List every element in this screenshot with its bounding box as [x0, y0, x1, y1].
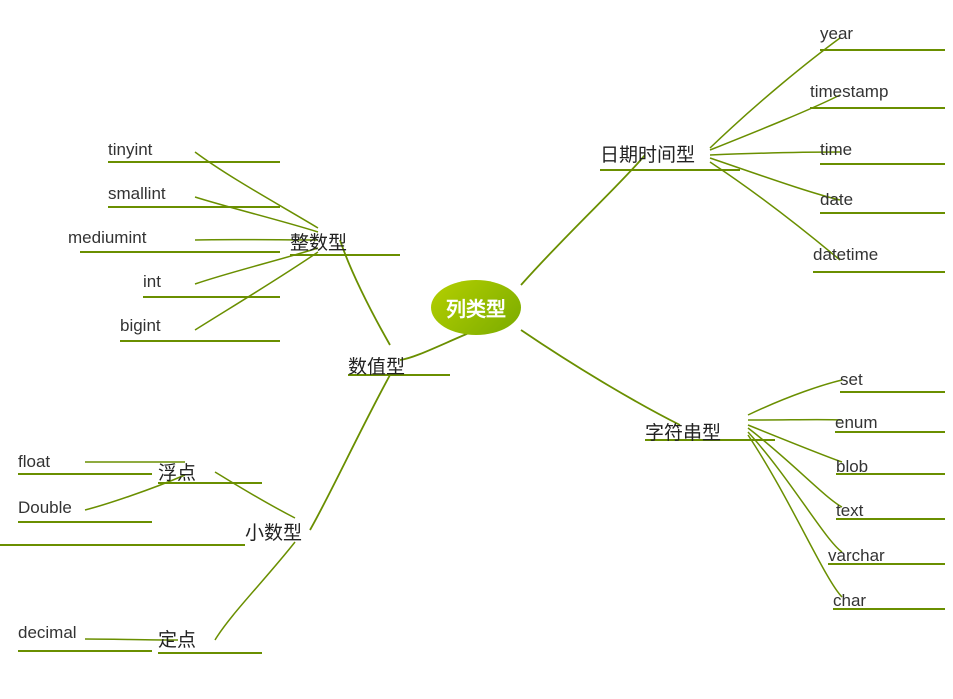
leaf-tinyint: tinyint	[108, 140, 152, 160]
branch-float-pt: 浮点	[158, 458, 196, 485]
leaf-enum: enum	[835, 413, 878, 433]
center-label: 列类型	[446, 293, 506, 322]
leaf-blob: blob	[836, 457, 868, 477]
leaf-float-label: float	[18, 452, 50, 472]
mindmap: 列类型 日期时间型 字符串型 整数型 数值型 浮点 小数型 定点 year ti…	[0, 0, 953, 699]
leaf-decimal: decimal	[18, 623, 77, 643]
leaf-smallint: smallint	[108, 184, 166, 204]
leaf-set-label: set	[840, 370, 863, 390]
leaf-timestamp-label: timestamp	[810, 82, 888, 102]
branch-datetime-type: 日期时间型	[600, 140, 695, 167]
leaf-date-label: date	[820, 190, 853, 210]
leaf-tinyint-label: tinyint	[108, 140, 152, 160]
leaf-int: int	[143, 272, 161, 292]
branch-integer-label: 整数型	[290, 228, 347, 255]
leaf-year-label: year	[820, 24, 853, 44]
branch-integer-type: 整数型	[290, 228, 347, 255]
leaf-set: set	[840, 370, 863, 390]
branch-numeric-label: 数值型	[348, 352, 405, 379]
leaf-blob-label: blob	[836, 457, 868, 477]
leaf-double: Double	[18, 498, 72, 518]
leaf-time: time	[820, 140, 852, 160]
leaf-datetime: datetime	[813, 245, 878, 265]
leaf-int-label: int	[143, 272, 161, 292]
center-node: 列类型	[431, 280, 521, 335]
leaf-varchar-label: varchar	[828, 546, 885, 566]
leaf-datetime-label: datetime	[813, 245, 878, 265]
leaf-time-label: time	[820, 140, 852, 160]
leaf-bigint-label: bigint	[120, 316, 161, 336]
leaf-mediumint-label: mediumint	[68, 228, 146, 248]
branch-string-type: 字符串型	[645, 418, 721, 445]
leaf-text-label: text	[836, 501, 863, 521]
leaf-double-label: Double	[18, 498, 72, 518]
leaf-varchar: varchar	[828, 546, 885, 566]
leaf-decimal-label: decimal	[18, 623, 77, 643]
leaf-date: date	[820, 190, 853, 210]
branch-fixed-pt-label: 定点	[158, 625, 196, 652]
leaf-enum-label: enum	[835, 413, 878, 433]
branch-numeric-type: 数值型	[348, 352, 405, 379]
leaf-text: text	[836, 501, 863, 521]
branch-datetime-label: 日期时间型	[600, 140, 695, 167]
connections-svg	[0, 0, 953, 699]
leaf-bigint: bigint	[120, 316, 161, 336]
leaf-smallint-label: smallint	[108, 184, 166, 204]
leaf-timestamp: timestamp	[810, 82, 888, 102]
branch-string-label: 字符串型	[645, 418, 721, 445]
branch-fixed-pt: 定点	[158, 625, 196, 652]
leaf-char-label: char	[833, 591, 866, 611]
branch-float-pt-label: 浮点	[158, 458, 196, 485]
leaf-mediumint: mediumint	[68, 228, 146, 248]
branch-small-dec-label: 小数型	[245, 518, 302, 545]
leaf-float: float	[18, 452, 50, 472]
leaf-year: year	[820, 24, 853, 44]
branch-small-dec: 小数型	[245, 518, 302, 545]
leaf-char: char	[833, 591, 866, 611]
